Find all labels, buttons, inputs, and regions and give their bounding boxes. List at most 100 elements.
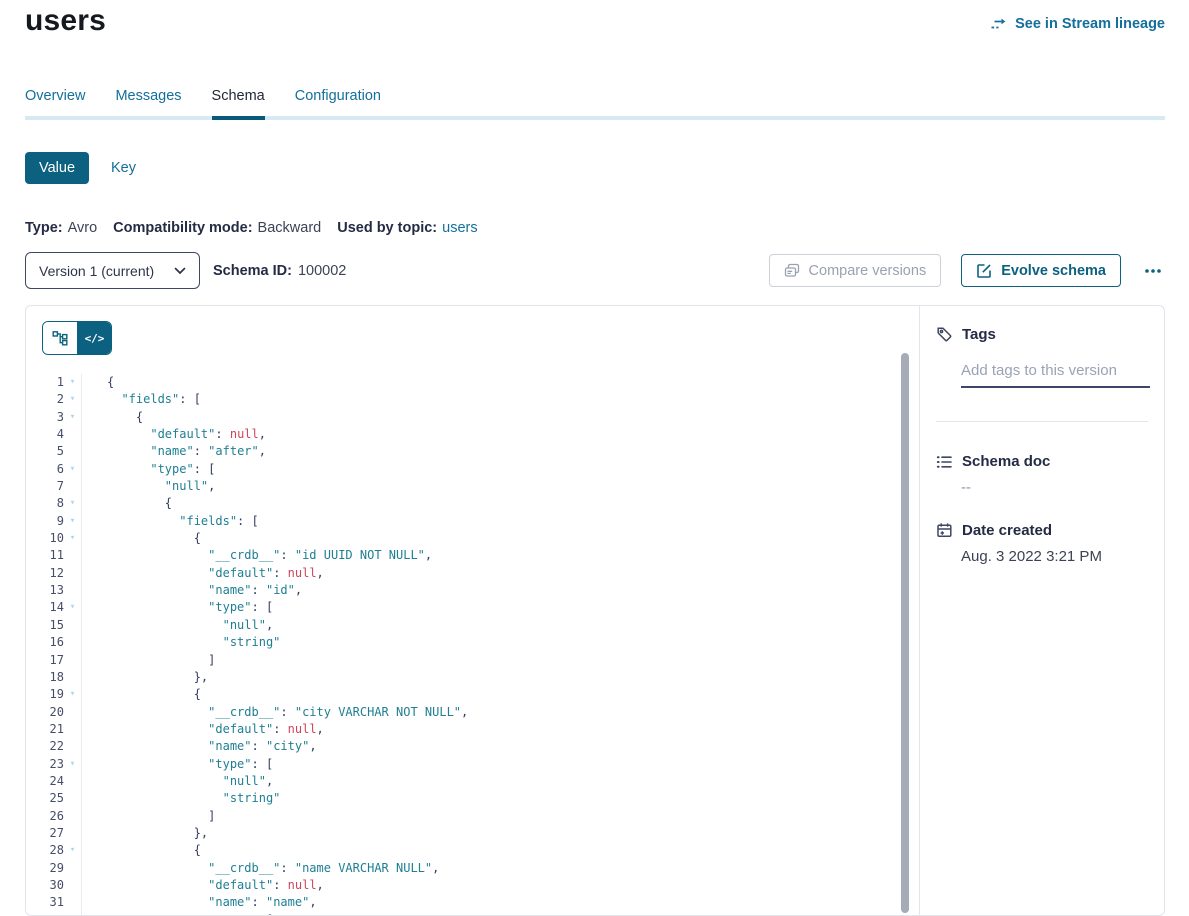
code-text: "__crdb__": "city VARCHAR NOT NULL", xyxy=(81,704,897,721)
code-text: { xyxy=(81,374,897,391)
line-number: 21 xyxy=(26,721,64,738)
schema-doc-title: Schema doc xyxy=(962,453,1050,470)
code-text: { xyxy=(81,842,897,859)
code-view-button[interactable]: </> xyxy=(77,322,111,354)
line-number: 16 xyxy=(26,634,64,651)
code-line: 30 "default": null, xyxy=(26,877,897,894)
code-line: 8▾ { xyxy=(26,495,897,512)
line-number: 1 xyxy=(26,374,64,391)
code-line: 22 "name": "city", xyxy=(26,738,897,755)
compare-versions-button[interactable]: Compare versions xyxy=(769,254,942,287)
meta-item: Type: Avro xyxy=(25,220,97,236)
code-text: "name": "city", xyxy=(81,738,897,755)
line-number: 29 xyxy=(26,860,64,877)
tabs: Overview Messages Schema Configuration xyxy=(25,88,1165,120)
evolve-schema-label: Evolve schema xyxy=(1001,263,1106,279)
fold-toggle-icon[interactable]: ▾ xyxy=(64,461,81,478)
meta-label: Compatibility mode: xyxy=(113,220,252,236)
fold-toggle-icon[interactable]: ▾ xyxy=(64,409,81,426)
code-text: "null", xyxy=(81,773,897,790)
tab-schema[interactable]: Schema xyxy=(212,88,265,120)
list-icon xyxy=(936,454,953,470)
fold-spacer xyxy=(64,478,81,495)
fold-spacer xyxy=(64,738,81,755)
code-line: 15 "null", xyxy=(26,617,897,634)
code-text: "fields": [ xyxy=(81,391,897,408)
stream-lineage-link[interactable]: See in Stream lineage xyxy=(990,16,1165,32)
compare-icon xyxy=(784,263,800,278)
fold-toggle-icon[interactable]: ▾ xyxy=(64,530,81,547)
code-text: { xyxy=(81,686,897,703)
page-title: users xyxy=(25,4,106,38)
code-text: "type": [ xyxy=(81,599,897,616)
version-select[interactable]: Version 1 (current) xyxy=(25,252,200,289)
schema-card: </> 1▾{2▾ "fields": [3▾ {4 "default": nu… xyxy=(25,305,1165,916)
line-number: 15 xyxy=(26,617,64,634)
fold-spacer xyxy=(64,860,81,877)
date-created-section: Date created Aug. 3 2022 3:21 PM xyxy=(936,522,1148,565)
fold-toggle-icon[interactable]: ▾ xyxy=(64,513,81,530)
more-options-button[interactable] xyxy=(1141,263,1165,279)
tab-configuration[interactable]: Configuration xyxy=(295,88,381,116)
fold-spacer xyxy=(64,808,81,825)
meta-value[interactable]: users xyxy=(442,220,477,236)
tab-messages[interactable]: Messages xyxy=(115,88,181,116)
schema-doc-value: -- xyxy=(961,479,1148,496)
line-number: 19 xyxy=(26,686,64,703)
fold-toggle-icon[interactable]: ▾ xyxy=(64,756,81,773)
code-line: 23▾ "type": [ xyxy=(26,756,897,773)
vertical-scrollbar[interactable] xyxy=(901,353,909,913)
chevron-down-icon xyxy=(174,267,186,275)
line-number: 3 xyxy=(26,409,64,426)
sidebar-divider xyxy=(936,421,1148,422)
fold-toggle-icon[interactable]: ▾ xyxy=(64,495,81,512)
line-number: 17 xyxy=(26,652,64,669)
line-number: 20 xyxy=(26,704,64,721)
line-number: 18 xyxy=(26,669,64,686)
code-line: 32▾ "type": [ xyxy=(26,912,897,916)
schema-id-value: 100002 xyxy=(298,263,346,279)
schema-id: Schema ID: 100002 xyxy=(213,263,346,279)
fold-toggle-icon[interactable]: ▾ xyxy=(64,374,81,391)
tab-overview[interactable]: Overview xyxy=(25,88,85,116)
fold-spacer xyxy=(64,582,81,599)
meta-value: Avro xyxy=(68,220,98,236)
code-line: 5 "name": "after", xyxy=(26,443,897,460)
code-text: "name": "id", xyxy=(81,582,897,599)
line-number: 12 xyxy=(26,565,64,582)
code-line: 29 "__crdb__": "name VARCHAR NULL", xyxy=(26,860,897,877)
tree-view-icon xyxy=(52,330,68,346)
code-line: 16 "string" xyxy=(26,634,897,651)
add-tags-input[interactable] xyxy=(961,359,1150,388)
meta-label: Type: xyxy=(25,220,63,236)
fold-toggle-icon[interactable]: ▾ xyxy=(64,391,81,408)
code-text: "type": [ xyxy=(81,461,897,478)
fold-toggle-icon[interactable]: ▾ xyxy=(64,599,81,616)
code-line: 25 "string" xyxy=(26,790,897,807)
more-options-icon xyxy=(1143,263,1163,279)
edit-icon xyxy=(976,263,992,279)
code-text: "default": null, xyxy=(81,877,897,894)
line-number: 30 xyxy=(26,877,64,894)
value-toggle-button[interactable]: Value xyxy=(25,152,89,184)
line-number: 8 xyxy=(26,495,64,512)
fold-toggle-icon[interactable]: ▾ xyxy=(64,686,81,703)
code-text: { xyxy=(81,409,897,426)
code-text: ] xyxy=(81,652,897,669)
line-number: 2 xyxy=(26,391,64,408)
code-text: "__crdb__": "id UUID NOT NULL", xyxy=(81,547,897,564)
fold-spacer xyxy=(64,426,81,443)
code-line: 18 }, xyxy=(26,669,897,686)
code-line: 1▾{ xyxy=(26,374,897,391)
compare-versions-label: Compare versions xyxy=(809,263,927,279)
fold-spacer xyxy=(64,652,81,669)
code-text: "type": [ xyxy=(81,912,897,916)
code-line: 13 "name": "id", xyxy=(26,582,897,599)
tree-view-button[interactable] xyxy=(43,322,77,354)
evolve-schema-button[interactable]: Evolve schema xyxy=(961,254,1121,287)
fold-toggle-icon[interactable]: ▾ xyxy=(64,842,81,859)
code-text: "string" xyxy=(81,634,897,651)
key-toggle-button[interactable]: Key xyxy=(111,160,136,176)
code-line: 31 "name": "name", xyxy=(26,894,897,911)
fold-toggle-icon[interactable]: ▾ xyxy=(64,912,81,916)
